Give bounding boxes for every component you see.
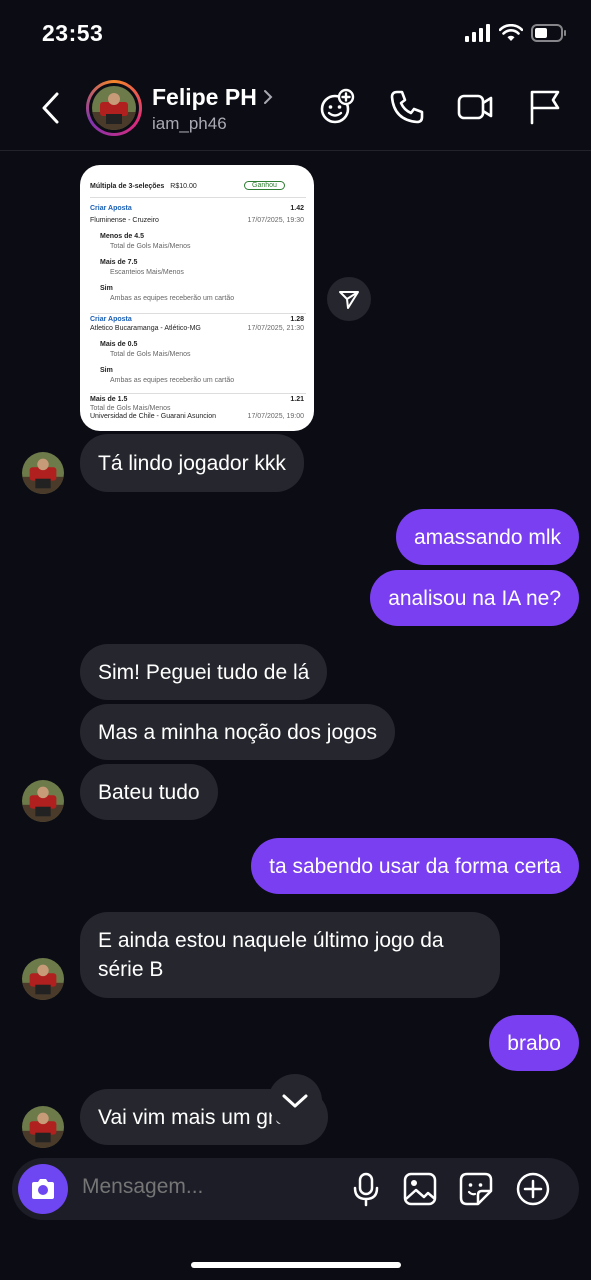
bet-match: Fluminense - Cruzeiro — [90, 217, 159, 224]
sender-avatar[interactable] — [22, 1106, 64, 1148]
selection-subtitle: Escanteios Mais/Menos — [110, 269, 184, 276]
message-incoming[interactable]: Tá lindo jogador kkk — [80, 434, 304, 492]
selection-title: Sim — [100, 367, 113, 374]
bet-subtitle: Total de Gols Mais/Menos — [90, 405, 171, 412]
selection-title: Sim — [100, 285, 113, 292]
phone-icon — [390, 90, 424, 124]
sticker-button[interactable] — [458, 1171, 494, 1207]
more-options-button[interactable] — [515, 1171, 551, 1207]
back-icon — [42, 92, 59, 124]
bet-odds: 1.21 — [290, 396, 304, 403]
add-sticker-icon — [320, 88, 355, 124]
video-call-button[interactable] — [456, 88, 494, 126]
message-outgoing[interactable]: brabo — [489, 1015, 579, 1071]
message-outgoing[interactable]: analisou na IA ne? — [370, 570, 579, 626]
voice-message-button[interactable] — [348, 1171, 384, 1207]
chevron-right-icon — [262, 88, 274, 106]
report-button[interactable] — [526, 88, 564, 126]
back-button[interactable] — [36, 90, 68, 126]
status-bar: 23:53 — [0, 0, 591, 68]
message-input[interactable] — [80, 1174, 324, 1200]
avatar-image — [22, 1106, 64, 1148]
avatar-image — [22, 780, 64, 822]
bet-label: Criar Aposta — [90, 205, 132, 212]
message-incoming[interactable]: Sim! Peguei tudo de lá — [80, 644, 328, 700]
scroll-to-bottom-button[interactable] — [268, 1074, 322, 1128]
selection-title: Menos de 4.5 — [100, 233, 144, 240]
sender-avatar[interactable] — [22, 780, 64, 822]
share-button[interactable] — [327, 277, 371, 321]
send-icon — [339, 291, 359, 309]
bet-match: Universidad de Chile - Guarani Asuncion — [90, 413, 217, 420]
bet-title: Múltipla de 3-seleções — [90, 183, 165, 190]
image-icon — [403, 1172, 437, 1206]
bet-date: 17/07/2025, 21:30 — [247, 325, 304, 332]
selection-title: Mais de 0.5 — [100, 341, 138, 348]
contact-username: iam_ph46 — [152, 114, 227, 133]
bet-label: Criar Aposta — [90, 316, 132, 323]
bet-date: 17/07/2025, 19:00 — [247, 413, 304, 420]
selection-subtitle: Total de Gols Mais/Menos — [110, 351, 191, 358]
sender-avatar[interactable] — [22, 958, 64, 1000]
plus-circle-icon — [516, 1172, 550, 1206]
gallery-button[interactable] — [402, 1171, 438, 1207]
flag-icon — [530, 90, 560, 125]
bet-odds: 1.42 — [290, 205, 304, 212]
bet-odds: 1.28 — [290, 316, 304, 323]
microphone-icon — [353, 1172, 379, 1207]
message-incoming[interactable]: Bateu tudo — [80, 764, 218, 820]
wifi-icon — [499, 24, 523, 41]
home-indicator[interactable] — [191, 1262, 401, 1268]
camera-icon — [32, 1179, 54, 1199]
bet-match: Atletico Bucaramanga - Atlético-MG — [90, 325, 201, 332]
bet-status-badge: Ganhou — [244, 181, 285, 190]
avatar-image — [22, 452, 64, 494]
sticker-icon — [459, 1172, 493, 1206]
camera-button[interactable] — [18, 1164, 68, 1214]
selection-subtitle: Ambas as equipes receberão um cartão — [110, 377, 235, 384]
call-button[interactable] — [388, 88, 426, 126]
message-incoming[interactable]: Mas a minha noção dos jogos — [80, 704, 395, 760]
chevron-down-icon — [282, 1094, 308, 1108]
message-composer — [12, 1158, 579, 1220]
bet-date: 17/07/2025, 19:30 — [247, 217, 304, 224]
message-outgoing[interactable]: ta sabendo usar da forma certa — [251, 838, 579, 894]
signal-icon — [465, 24, 490, 42]
message-incoming[interactable]: E ainda estou naquele último jogo da sér… — [80, 912, 500, 998]
battery-icon — [531, 24, 566, 42]
bet-amount: R$10.00 — [170, 183, 197, 190]
sender-avatar[interactable] — [22, 452, 64, 494]
profile-avatar[interactable] — [86, 80, 142, 136]
add-sticker-button[interactable] — [318, 88, 356, 126]
shared-image-bet-slip[interactable]: Múltipla de 3-seleções R$10.00 Ganhou Cr… — [80, 165, 314, 431]
chat-header: Felipe PH iam_ph46 — [0, 68, 591, 151]
avatar-image — [92, 86, 136, 130]
selection-subtitle: Total de Gols Mais/Menos — [110, 243, 191, 250]
bet-label: Mais de 1.5 — [90, 396, 128, 403]
avatar-image — [22, 958, 64, 1000]
video-icon — [457, 94, 493, 120]
selection-title: Mais de 7.5 — [100, 259, 138, 266]
selection-subtitle: Ambas as equipes receberão um cartão — [110, 295, 235, 302]
message-outgoing[interactable]: amassando mlk — [395, 509, 579, 565]
status-icons — [465, 24, 567, 42]
status-time: 23:53 — [42, 20, 104, 46]
contact-name[interactable]: Felipe PH — [152, 84, 257, 111]
